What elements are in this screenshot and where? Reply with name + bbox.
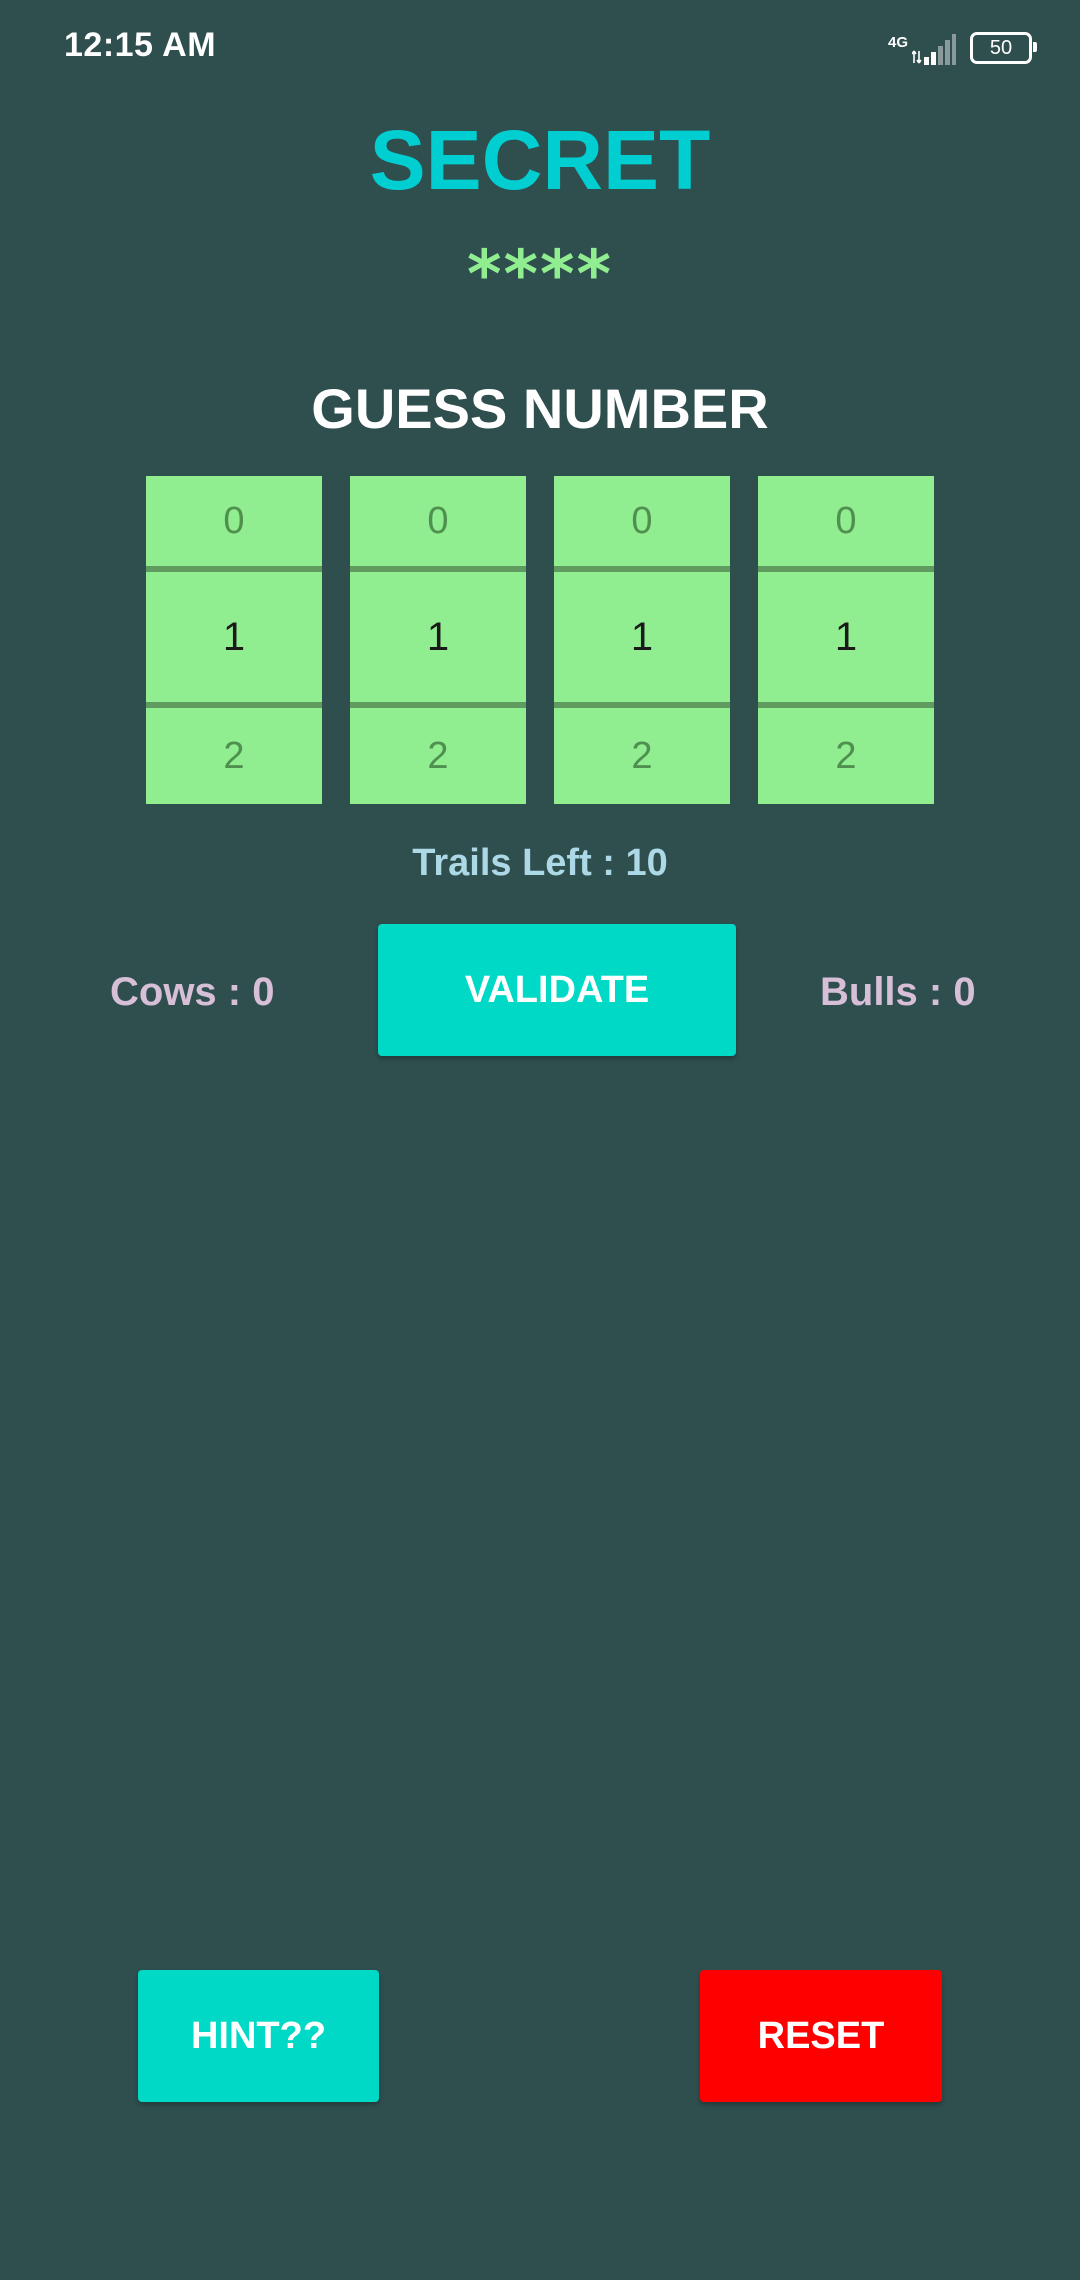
bulls-count: Bulls : 0 — [820, 970, 976, 1014]
picker-prev-value[interactable]: 0 — [350, 476, 526, 566]
secret-title: SECRET — [369, 113, 711, 207]
status-time: 12:15 AM — [64, 26, 217, 64]
picker-next-value[interactable]: 2 — [554, 708, 730, 804]
number-pickers: 0 1 2 0 1 2 0 1 2 0 1 2 — [146, 476, 934, 804]
signal-strength-icon — [912, 34, 956, 65]
picker-current-value[interactable]: 1 — [758, 572, 934, 702]
cows-count: Cows : 0 — [110, 970, 275, 1014]
picker-prev-value[interactable]: 0 — [554, 476, 730, 566]
picker-next-value[interactable]: 2 — [758, 708, 934, 804]
picker-current-value[interactable]: 1 — [350, 572, 526, 702]
guess-number-title: GUESS NUMBER — [311, 377, 769, 440]
battery-icon: 50 — [970, 32, 1037, 64]
picker-next-value[interactable]: 2 — [350, 708, 526, 804]
status-bar: 12:15 AM 4G 50 — [0, 0, 1080, 96]
battery-level: 50 — [989, 37, 1013, 59]
hint-button[interactable]: HINT?? — [138, 1970, 379, 2102]
network-type-label: 4G — [887, 33, 908, 51]
digit-picker-2[interactable]: 0 1 2 — [350, 476, 526, 804]
digit-picker-3[interactable]: 0 1 2 — [554, 476, 730, 804]
picker-current-value[interactable]: 1 — [554, 572, 730, 702]
picker-next-value[interactable]: 2 — [146, 708, 322, 804]
masked-secret: **** — [466, 236, 614, 313]
status-icons: 4G 50 — [887, 26, 1037, 70]
reset-button[interactable]: RESET — [700, 1970, 942, 2102]
digit-picker-4[interactable]: 0 1 2 — [758, 476, 934, 804]
picker-prev-value[interactable]: 0 — [146, 476, 322, 566]
digit-picker-1[interactable]: 0 1 2 — [146, 476, 322, 804]
validate-button[interactable]: VALIDATE — [378, 924, 736, 1056]
picker-prev-value[interactable]: 0 — [758, 476, 934, 566]
picker-current-value[interactable]: 1 — [146, 572, 322, 702]
trails-left-label: Trails Left : 10 — [412, 842, 668, 884]
